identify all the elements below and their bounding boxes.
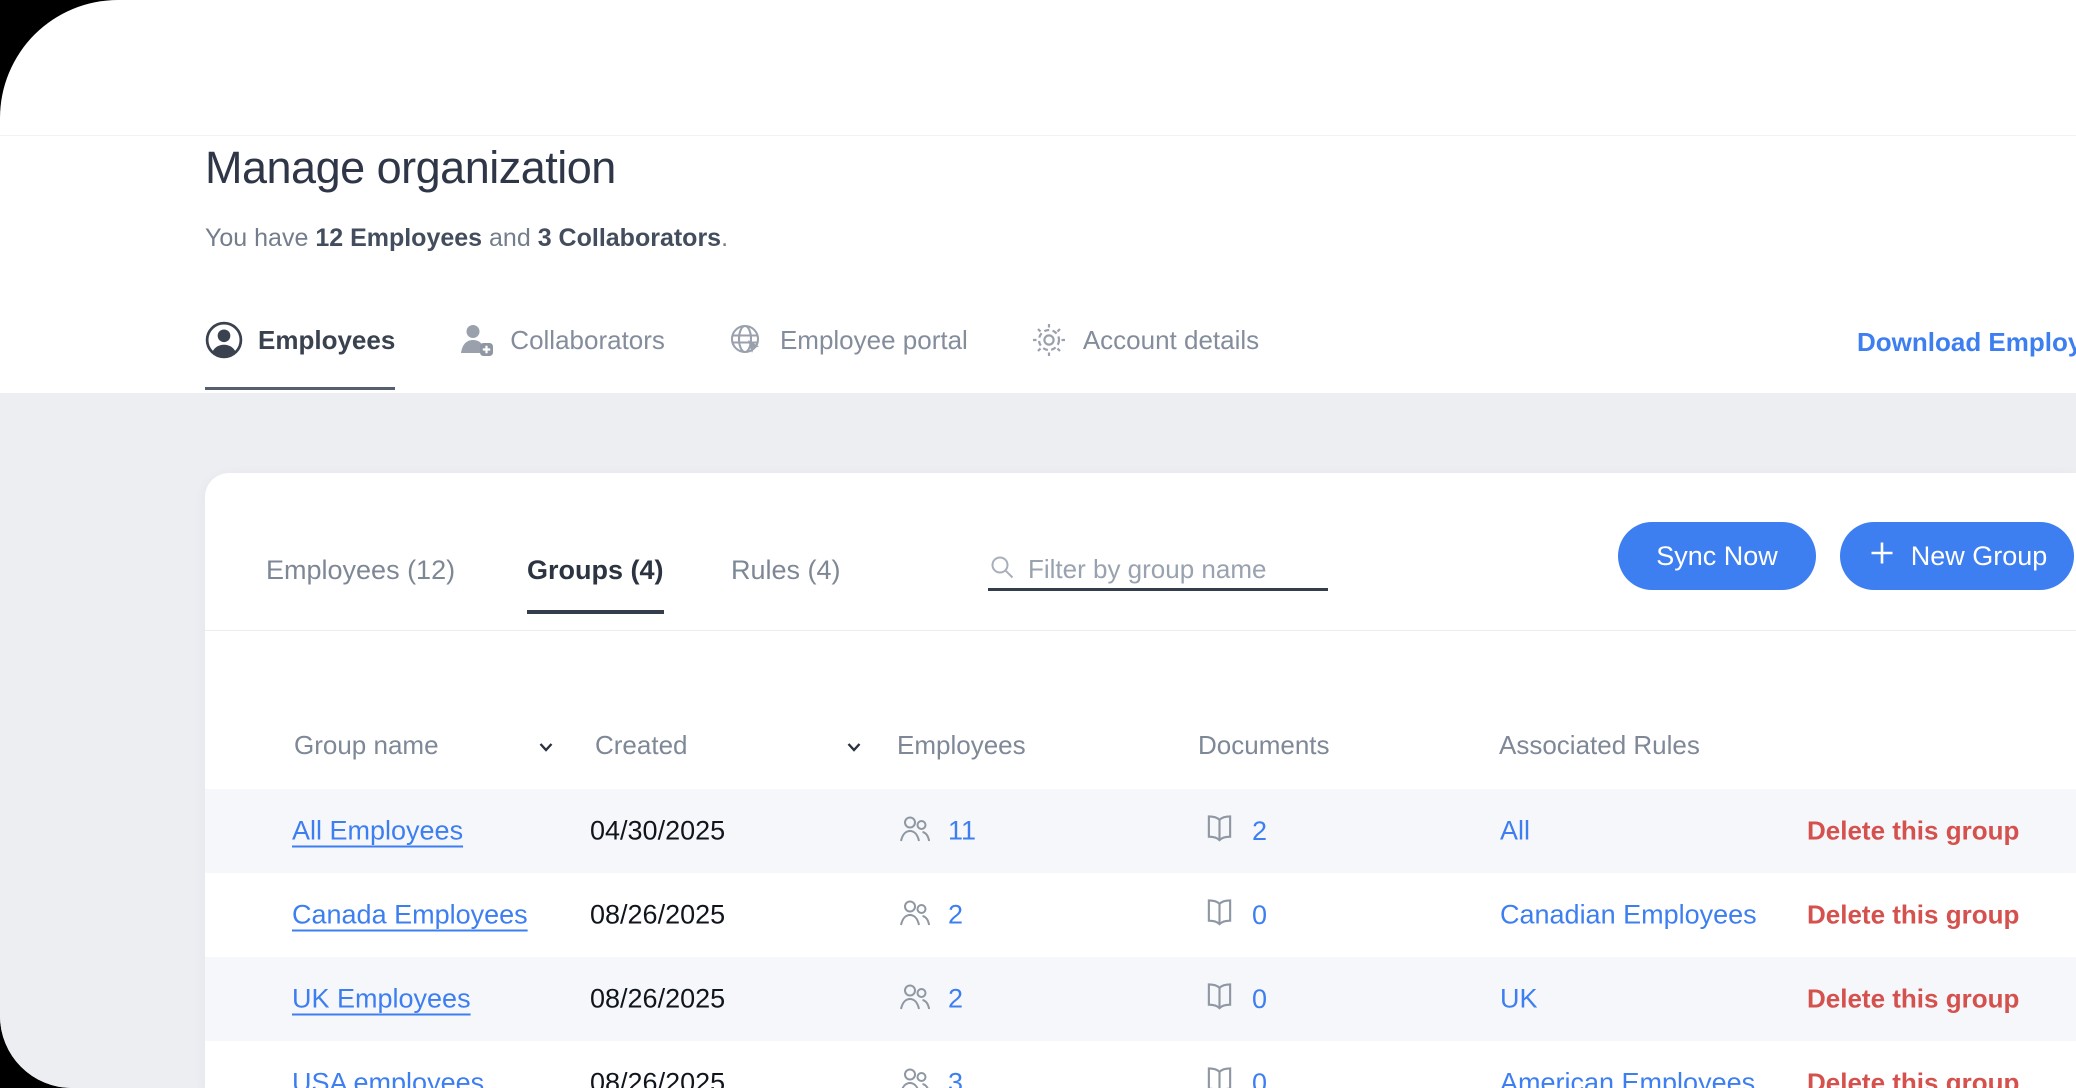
column-documents: Documents (1198, 730, 1330, 761)
person-circle-icon (205, 321, 243, 359)
tab-rules[interactable]: Rules (4) (731, 555, 841, 614)
delete-group-link[interactable]: Delete this group (1807, 984, 2019, 1015)
document-count-link[interactable]: 0 (1252, 1068, 1267, 1088)
column-associated-rules: Associated Rules (1499, 730, 1700, 761)
created-date: 04/30/2025 (590, 816, 725, 847)
group-name-link[interactable]: USA employees (292, 1068, 484, 1088)
filter-input[interactable] (1028, 554, 1363, 585)
sync-now-button[interactable]: Sync Now (1618, 522, 1816, 590)
employee-count-link[interactable]: 11 (948, 816, 976, 847)
tab-groups[interactable]: Groups (4) (527, 555, 664, 614)
person-plus-icon (457, 321, 495, 359)
app-window: Manage organization You have 12 Employee… (0, 0, 2076, 1088)
new-group-button[interactable]: New Group (1840, 522, 2074, 590)
plus-icon (1867, 538, 1897, 575)
subtitle-employees-count: 12 Employees (315, 224, 482, 252)
created-date: 08/26/2025 (590, 984, 725, 1015)
table-row: Canada Employees 08/26/2025 2 0 Canadian… (205, 873, 2076, 957)
users-icon (898, 1066, 932, 1088)
associated-rule-link[interactable]: UK (1500, 984, 1538, 1015)
column-created: Created (595, 730, 688, 761)
group-filter (988, 551, 1328, 591)
document-count-link[interactable]: 2 (1252, 816, 1267, 847)
download-employees-link[interactable]: Download Employees (1857, 327, 2076, 358)
delete-group-link[interactable]: Delete this group (1807, 816, 2019, 847)
employee-count-link[interactable]: 3 (948, 1068, 963, 1088)
column-group-name: Group name (294, 730, 439, 761)
table-row: USA employees 08/26/2025 3 0 American Em… (205, 1041, 2076, 1088)
gear-icon (1030, 321, 1068, 359)
search-icon (988, 553, 1016, 586)
chevron-down-icon[interactable] (536, 737, 556, 762)
group-name-link[interactable]: UK Employees (292, 984, 471, 1015)
book-icon (1203, 898, 1236, 932)
users-icon (898, 814, 932, 849)
tab-collaborators[interactable]: Collaborators (457, 312, 665, 368)
group-name-link[interactable]: Canada Employees (292, 900, 528, 931)
delete-group-link[interactable]: Delete this group (1807, 1068, 2019, 1088)
groups-card: Employees (12) Groups (4) Rules (4) Sync… (205, 473, 2076, 1088)
table-row: UK Employees 08/26/2025 2 0 UK Delete th… (205, 957, 2076, 1041)
main-nav-tabs: Employees Collaborators Employee portal (205, 312, 1259, 368)
book-icon (1203, 982, 1236, 1016)
associated-rule-link[interactable]: All (1500, 816, 1530, 847)
employee-count-link[interactable]: 2 (948, 984, 963, 1015)
page-subtitle: You have 12 Employees and 3 Collaborator… (205, 224, 728, 253)
app-surface: Manage organization You have 12 Employee… (0, 0, 2076, 1088)
column-employees: Employees (897, 730, 1026, 761)
header-divider (0, 135, 2076, 136)
subtitle-and: and (489, 224, 531, 252)
tab-account-details[interactable]: Account details (1030, 312, 1259, 368)
tab-employees[interactable]: Employees (205, 312, 395, 368)
subtitle-collaborators-count: 3 Collaborators (538, 224, 721, 252)
tab-employee-portal[interactable]: Employee portal (727, 312, 968, 368)
employee-count-link[interactable]: 2 (948, 900, 963, 931)
page-title: Manage organization (205, 142, 616, 194)
associated-rule-link[interactable]: American Employees (1500, 1068, 1755, 1088)
content-background: Employees (12) Groups (4) Rules (4) Sync… (0, 393, 2076, 1088)
created-date: 08/26/2025 (590, 1068, 725, 1088)
users-icon (898, 898, 932, 933)
tab-employees-count[interactable]: Employees (12) (266, 555, 455, 614)
book-icon (1203, 814, 1236, 848)
globe-icon (727, 321, 765, 359)
subtitle-prefix: You have (205, 224, 308, 252)
tab-employee-portal-label: Employee portal (780, 325, 968, 356)
subtitle-period: . (721, 224, 728, 252)
document-count-link[interactable]: 0 (1252, 984, 1267, 1015)
created-date: 08/26/2025 (590, 900, 725, 931)
document-count-link[interactable]: 0 (1252, 900, 1267, 931)
table-header: Group name Created Employees Documents A… (205, 630, 2076, 789)
tab-account-details-label: Account details (1083, 325, 1259, 356)
table-row: All Employees 04/30/2025 11 2 All Delete… (205, 789, 2076, 873)
users-icon (898, 982, 932, 1017)
chevron-down-icon[interactable] (844, 737, 864, 762)
new-group-label: New Group (1911, 541, 2048, 572)
tab-employees-label: Employees (258, 325, 395, 356)
delete-group-link[interactable]: Delete this group (1807, 900, 2019, 931)
associated-rule-link[interactable]: Canadian Employees (1500, 900, 1757, 931)
tab-collaborators-label: Collaborators (510, 325, 665, 356)
group-name-link[interactable]: All Employees (292, 816, 463, 847)
book-icon (1203, 1066, 1236, 1088)
